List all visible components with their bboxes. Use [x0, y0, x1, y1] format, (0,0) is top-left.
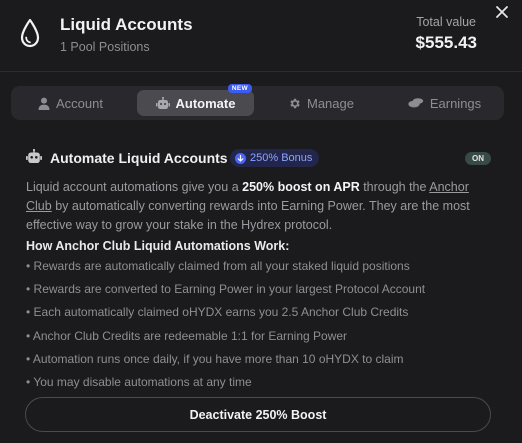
- tab-account[interactable]: Account: [15, 90, 126, 116]
- description-highlight: 250% boost on APR: [242, 180, 360, 194]
- positions-count: 1 Pool Positions: [60, 40, 150, 54]
- modal-header: Liquid Accounts 1 Pool Positions Total v…: [0, 0, 522, 70]
- description-text: by automatically converting rewards into…: [26, 199, 470, 232]
- description-text: Liquid account automations give you a: [26, 180, 243, 194]
- list-item: • Automation runs once daily, if you hav…: [26, 351, 404, 366]
- description-text: through the: [359, 180, 430, 194]
- tab-manage[interactable]: Manage: [264, 90, 378, 116]
- droplet-icon: [20, 18, 40, 48]
- user-icon: [38, 97, 50, 110]
- tab-automate-label: Automate: [175, 95, 236, 111]
- arrow-down-icon: [235, 152, 246, 164]
- bonus-badge-label: 250% Bonus: [250, 152, 313, 164]
- deactivate-boost-button[interactable]: Deactivate 250% Boost: [25, 397, 491, 432]
- new-badge: NEW: [227, 84, 252, 93]
- tab-earnings[interactable]: Earnings: [389, 90, 500, 116]
- section-title: Automate Liquid Accounts: [50, 150, 228, 166]
- list-item: • Anchor Club Credits are redeemable 1:1…: [26, 328, 348, 343]
- coins-icon: [408, 98, 424, 108]
- robot-icon: [155, 96, 170, 109]
- total-value: $555.43: [415, 33, 477, 52]
- tab-manage-label: Manage: [307, 95, 354, 111]
- close-icon[interactable]: [495, 5, 509, 19]
- tab-bar: Account Automate NEW Manage Earnings: [11, 84, 504, 120]
- list-item: • Rewards are automatically claimed from…: [26, 259, 410, 273]
- tab-automate[interactable]: Automate NEW: [137, 84, 254, 116]
- bonus-badge: 250% Bonus: [230, 149, 320, 167]
- how-it-works-list: • Rewards are automatically claimed from…: [26, 258, 496, 397]
- tab-earnings-label: Earnings: [429, 95, 482, 111]
- automation-toggle[interactable]: ON: [465, 152, 491, 165]
- description: Liquid account automations give you a 25…: [26, 178, 488, 235]
- page-title: Liquid Accounts: [60, 15, 193, 34]
- robot-icon: [26, 149, 42, 163]
- header-divider: [0, 71, 522, 72]
- tab-account-label: Account: [56, 95, 103, 111]
- list-item: • Rewards are converted to Earning Power…: [26, 282, 426, 297]
- how-it-works-title: How Anchor Club Liquid Automations Work:: [26, 239, 290, 253]
- list-item: • You may disable automations at any tim…: [26, 374, 252, 389]
- total-value-label: Total value: [416, 15, 476, 29]
- gear-icon: [290, 98, 300, 108]
- list-item: • Each automatically claimed oHYDX earns…: [26, 305, 409, 320]
